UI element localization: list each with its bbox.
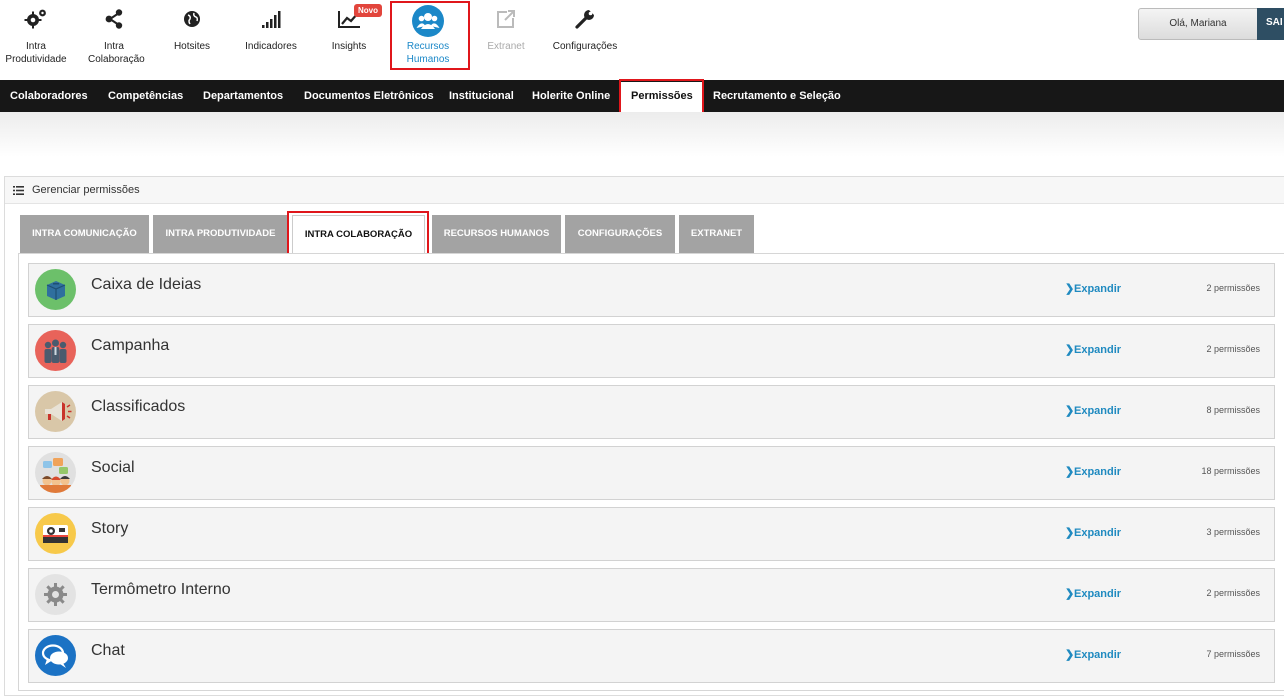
external-link-icon	[497, 10, 515, 28]
expand-link[interactable]: ❯Expandir	[1065, 404, 1121, 417]
share-icon	[105, 9, 123, 29]
expand-label: Expandir	[1074, 588, 1122, 600]
app-label: Insights	[331, 41, 367, 52]
list-item: Campanha ❯Expandir 2 permissões	[28, 324, 1275, 378]
expand-link[interactable]: ❯Expandir	[1065, 465, 1121, 478]
app-label: Intra Produtividade	[5, 41, 67, 65]
subnav-recrutamento-selecao[interactable]: Recrutamento e Seleção	[713, 80, 841, 112]
list-icon	[13, 186, 24, 195]
list-item: Classificados ❯Expandir 8 permissões	[28, 385, 1275, 439]
expand-label: Expandir	[1074, 283, 1122, 295]
chevron-right-icon: ❯	[1065, 344, 1075, 356]
chevron-right-icon: ❯	[1065, 466, 1075, 478]
app-hotsites[interactable]: Hotsites	[154, 0, 230, 70]
tab-intra-produtividade[interactable]: INTRA PRODUTIVIDADE	[153, 215, 288, 253]
highlight-recursos-humanos	[390, 1, 470, 70]
subnav-documentos-eletronicos[interactable]: Documentos Eletrônicos	[304, 80, 434, 112]
social-icon	[35, 452, 76, 493]
app-label: Configurações	[552, 41, 618, 52]
logout-button[interactable]: SAI	[1257, 8, 1284, 40]
gears-icon	[24, 9, 46, 29]
permission-count: 8 permissões	[1206, 405, 1260, 415]
module-name: Chat	[91, 642, 125, 659]
chevron-right-icon: ❯	[1065, 405, 1075, 417]
list-item: Chat ❯Expandir 7 permissões	[28, 629, 1275, 683]
app-label: Hotsites	[173, 41, 211, 52]
app-label: Extranet	[487, 41, 525, 52]
app-label: Indicadores	[245, 41, 297, 52]
tab-intra-comunicacao[interactable]: INTRA COMUNICAÇÃO	[20, 215, 149, 253]
subnav-competencias[interactable]: Competências	[108, 80, 183, 112]
tab-extranet[interactable]: EXTRANET	[679, 215, 754, 253]
permission-count: 3 permissões	[1206, 527, 1260, 537]
subnav-institucional[interactable]: Institucional	[449, 80, 514, 112]
expand-link[interactable]: ❯Expandir	[1065, 648, 1121, 661]
permission-count: 18 permissões	[1201, 466, 1260, 476]
chevron-right-icon: ❯	[1065, 527, 1075, 539]
campaign-icon	[35, 330, 76, 371]
subnav-colaboradores[interactable]: Colaboradores	[10, 80, 88, 112]
expand-label: Expandir	[1074, 527, 1122, 539]
list-item: Story ❯Expandir 3 permissões	[28, 507, 1275, 561]
wrench-icon	[575, 10, 594, 29]
expand-label: Expandir	[1074, 466, 1122, 478]
camera-icon	[35, 513, 76, 554]
expand-label: Expandir	[1074, 649, 1122, 661]
app-indicadores[interactable]: Indicadores	[233, 0, 309, 70]
list-item: Social ❯Expandir 18 permissões	[28, 446, 1275, 500]
module-name: Termômetro Interno	[91, 581, 231, 598]
expand-link[interactable]: ❯Expandir	[1065, 587, 1121, 600]
user-greeting-button[interactable]: Olá, Mariana	[1138, 8, 1258, 40]
idea-box-icon	[35, 269, 76, 310]
tab-recursos-humanos[interactable]: RECURSOS HUMANOS	[432, 215, 561, 253]
megaphone-icon	[35, 391, 76, 432]
subnav-departamentos[interactable]: Departamentos	[203, 80, 283, 112]
highlight-intra-colaboracao-tab	[287, 211, 429, 256]
panel-title: Gerenciar permissões	[32, 184, 140, 196]
permission-count: 2 permissões	[1206, 588, 1260, 598]
panel-header: Gerenciar permissões	[5, 177, 1284, 204]
top-app-bar: Intra Produtividade Intra Colaboração Ho…	[0, 0, 1284, 80]
signal-bars-icon	[262, 11, 281, 28]
module-name: Social	[91, 459, 135, 476]
highlight-permissoes	[619, 79, 704, 116]
list-item: Termômetro Interno ❯Expandir 2 permissõe…	[28, 568, 1275, 622]
permission-count: 2 permissões	[1206, 344, 1260, 354]
app-intra-produtividade[interactable]: Intra Produtividade	[0, 0, 74, 70]
chevron-right-icon: ❯	[1065, 649, 1075, 661]
module-name: Caixa de Ideias	[91, 276, 202, 293]
app-extranet[interactable]: Extranet	[468, 0, 544, 70]
globe-icon	[184, 11, 200, 27]
expand-label: Expandir	[1074, 405, 1122, 417]
spacer	[0, 112, 1284, 176]
permission-count: 7 permissões	[1206, 649, 1260, 659]
tab-configuracoes[interactable]: CONFIGURAÇÕES	[565, 215, 675, 253]
app-intra-colaboracao[interactable]: Intra Colaboração	[76, 0, 152, 70]
gear-icon	[35, 574, 76, 615]
list-item: Caixa de Ideias ❯Expandir 2 permissões	[28, 263, 1275, 317]
chat-icon	[35, 635, 76, 676]
expand-link[interactable]: ❯Expandir	[1065, 526, 1121, 539]
expand-label: Expandir	[1074, 344, 1122, 356]
module-name: Campanha	[91, 337, 170, 354]
module-name: Classificados	[91, 398, 186, 415]
expand-link[interactable]: ❯Expandir	[1065, 343, 1121, 356]
chevron-right-icon: ❯	[1065, 588, 1075, 600]
module-name: Story	[91, 520, 129, 537]
chevron-right-icon: ❯	[1065, 283, 1075, 295]
permission-count: 2 permissões	[1206, 283, 1260, 293]
expand-link[interactable]: ❯Expandir	[1065, 282, 1121, 295]
app-label: Intra Colaboração	[88, 41, 145, 65]
subnav-holerite-online[interactable]: Holerite Online	[532, 80, 610, 112]
new-badge: Novo	[354, 4, 382, 17]
app-configuracoes[interactable]: Configurações	[547, 0, 623, 70]
